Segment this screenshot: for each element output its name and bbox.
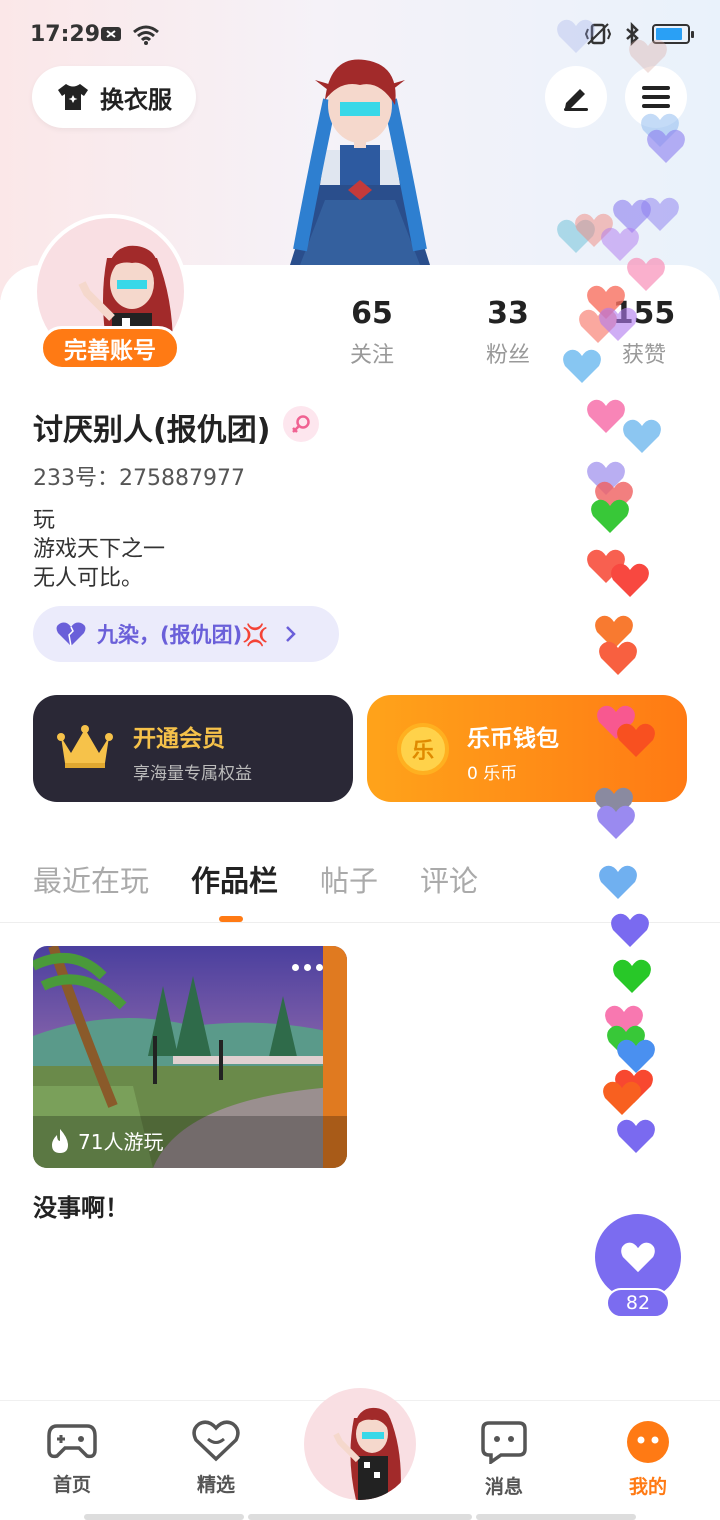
nav-me[interactable]: 我的 <box>608 1420 688 1499</box>
avatar-3d-character[interactable] <box>270 50 450 265</box>
following-stat[interactable]: 65 关注 <box>322 296 422 369</box>
work-title[interactable]: 没事啊！ <box>33 1188 129 1223</box>
heart-icon <box>603 1081 641 1115</box>
edit-button[interactable] <box>545 66 607 128</box>
username: 讨厌别人(报仇团) <box>33 413 271 448</box>
profile-face-icon <box>627 1421 669 1463</box>
nav-avatar-button[interactable] <box>304 1388 416 1500</box>
change-outfit-label: 换衣服 <box>100 85 172 114</box>
tab-comments[interactable]: 评论 <box>420 858 478 900</box>
heart-icon <box>617 1119 655 1153</box>
heart-icon <box>599 865 637 899</box>
heart-icon <box>613 959 651 993</box>
heart-icon <box>623 419 661 453</box>
following-count: 65 <box>351 296 393 331</box>
nav-messages-label: 消息 <box>484 1476 523 1498</box>
crown-icon <box>57 725 113 768</box>
status-left-icons <box>100 24 160 46</box>
work-plays-label: 71人游玩 <box>78 1130 164 1154</box>
nav-home[interactable]: 首页 <box>32 1420 112 1497</box>
pen-icon <box>564 89 588 111</box>
relationship-pill[interactable]: 九染，(报仇团)💢 <box>33 606 339 662</box>
gesture-bar <box>476 1514 636 1520</box>
heart-icon <box>591 499 629 533</box>
vip-membership-card[interactable]: 开通会员 享海量专属权益 <box>33 695 353 802</box>
heart-icon <box>557 19 595 53</box>
female-icon <box>292 415 310 433</box>
heart-icon <box>599 307 637 341</box>
tshirt-icon <box>58 84 88 110</box>
nav-me-label: 我的 <box>628 1476 667 1498</box>
following-label: 关注 <box>349 343 394 368</box>
heart-icon <box>611 563 649 597</box>
like-count: 82 <box>606 1288 670 1318</box>
status-time: 17:29 <box>30 22 101 47</box>
notification-icon <box>101 27 121 41</box>
nav-home-label: 首页 <box>52 1474 91 1496</box>
followers-stat[interactable]: 33 粉丝 <box>458 296 558 369</box>
tab-recently-played[interactable]: 最近在玩 <box>33 858 149 900</box>
nav-featured-label: 精选 <box>196 1474 235 1496</box>
nav-featured[interactable]: 精选 <box>176 1420 256 1497</box>
purple-heart-icon <box>56 622 86 647</box>
gender-badge <box>283 406 319 442</box>
chat-icon <box>481 1421 527 1466</box>
wallet-balance: 0 乐币 <box>467 764 518 784</box>
bio-line: 玩 <box>33 508 56 533</box>
chevron-right-icon <box>286 626 297 642</box>
heart-icon <box>647 129 685 163</box>
tab-works[interactable]: 作品栏 <box>191 858 278 900</box>
bio-line: 无人可比。 <box>33 566 144 591</box>
followers-label: 粉丝 <box>485 343 530 368</box>
nav-messages[interactable]: 消息 <box>464 1420 544 1499</box>
flame-icon <box>52 1128 68 1153</box>
change-outfit-button[interactable]: 换衣服 <box>32 66 196 128</box>
heart-tag-icon <box>192 1420 240 1462</box>
complete-account-button[interactable]: 完善账号 <box>40 326 180 370</box>
heart-icon <box>641 197 679 231</box>
wifi-icon <box>133 25 159 45</box>
heart-icon <box>627 257 665 291</box>
profile-tabs: 最近在玩 作品栏 帖子 评论 <box>33 858 478 900</box>
vip-title: 开通会员 <box>133 726 225 752</box>
heart-icon <box>611 913 649 947</box>
coin-icon: 乐 <box>397 723 449 775</box>
heart-icon <box>597 805 635 839</box>
heart-icon <box>629 39 667 73</box>
bio-line: 游戏天下之一 <box>33 537 166 562</box>
tab-posts[interactable]: 帖子 <box>320 858 378 900</box>
heart-icon <box>621 1242 655 1273</box>
work-more-button[interactable] <box>292 964 323 971</box>
wallet-title: 乐币钱包 <box>467 726 559 752</box>
gesture-bar <box>84 1514 244 1520</box>
relationship-label: 九染，(报仇团)💢 <box>97 623 269 647</box>
user-id: 233号：275887977 <box>33 466 245 491</box>
followers-count: 33 <box>487 296 529 331</box>
menu-icon <box>642 86 670 108</box>
gesture-bar <box>248 1514 472 1520</box>
heart-icon <box>599 641 637 675</box>
bio: 玩 游戏天下之一 无人可比。 <box>33 506 165 593</box>
gamepad-icon <box>47 1424 97 1459</box>
work-play-count: 71人游玩 <box>50 1126 163 1155</box>
vip-subtitle: 享海量专属权益 <box>133 764 252 784</box>
heart-icon <box>587 399 625 433</box>
nav-avatar-image <box>333 1407 401 1500</box>
heart-icon <box>617 723 655 757</box>
heart-icon <box>563 349 601 383</box>
